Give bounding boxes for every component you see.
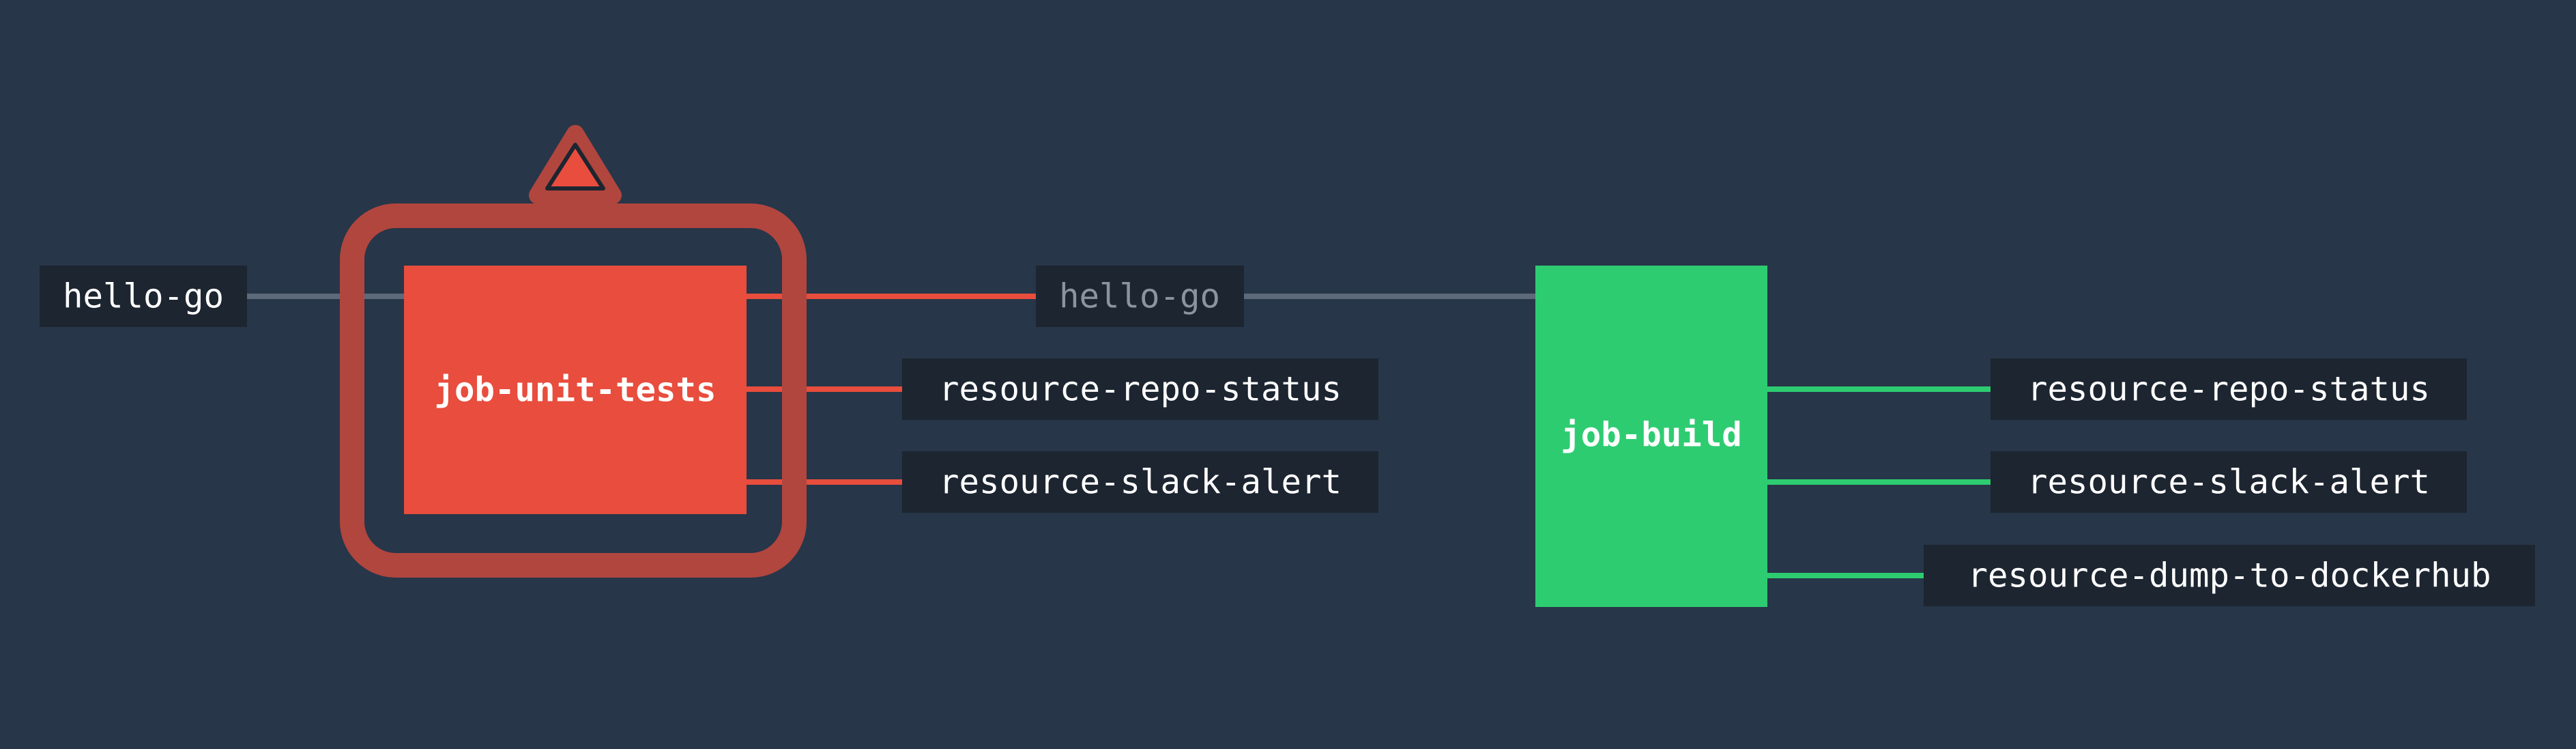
resource-name: resource-slack-alert [2027,463,2430,502]
output-resource-slack-alert-build[interactable]: resource-slack-alert [1991,451,2467,513]
pipeline-graph: job-unit-tests job-build hello-go hello-… [40,125,2535,607]
resource-name: resource-repo-status [2027,370,2430,409]
job-build-node[interactable]: job-build [1535,266,1767,607]
input-hello-go-middle[interactable]: hello-go [1036,266,1244,327]
job-unit-tests-node[interactable]: job-unit-tests [340,125,807,578]
output-resource-repo-status-build[interactable]: resource-repo-status [1991,358,2467,420]
job-name: job-build [1561,416,1742,455]
resource-name: hello-go [63,277,224,316]
resource-name: resource-repo-status [939,370,1342,409]
job-name: job-unit-tests [434,371,716,410]
resource-name: resource-dump-to-dockerhub [1967,556,2491,595]
output-resource-dump-to-dockerhub-build[interactable]: resource-dump-to-dockerhub [1924,545,2535,606]
resource-name: resource-slack-alert [939,463,1342,502]
resource-name: hello-go [1059,277,1220,316]
warning-triangle-icon [529,125,622,204]
output-resource-repo-status-unit-tests[interactable]: resource-repo-status [902,358,1378,420]
pipeline-canvas: job-unit-tests job-build hello-go hello-… [0,0,2576,749]
output-resource-slack-alert-unit-tests[interactable]: resource-slack-alert [902,451,1378,513]
input-hello-go-left[interactable]: hello-go [40,266,247,327]
